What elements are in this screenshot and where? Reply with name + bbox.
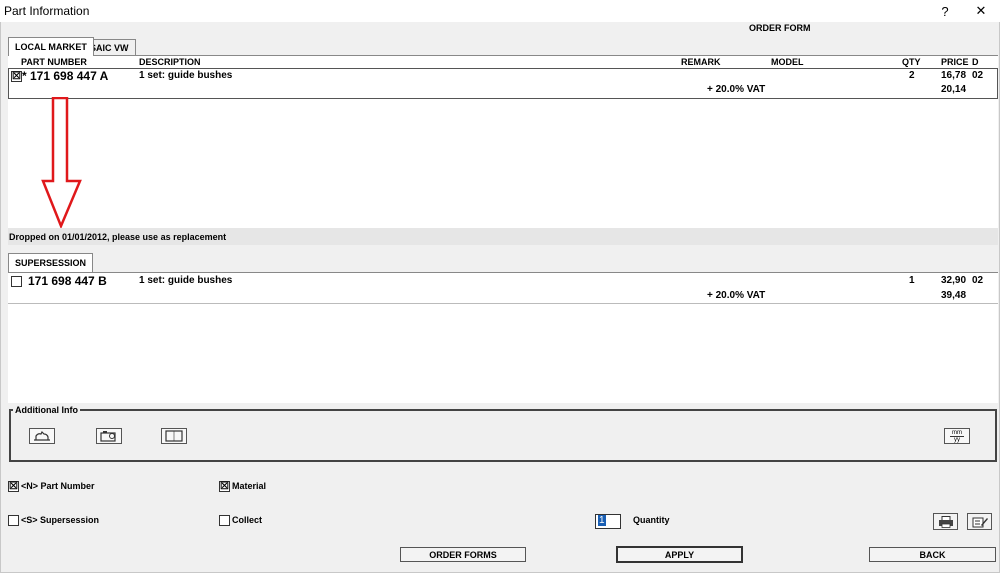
window-title: Part Information [4, 4, 90, 18]
order-form-heading: ORDER FORM [749, 23, 811, 33]
supersession-panel [8, 272, 998, 403]
column-qty: QTY [902, 57, 921, 67]
date-mm-yy-icon[interactable]: mm yy [944, 428, 970, 444]
part-description: 1 set: guide bushes [139, 70, 233, 81]
quantity-label: Quantity [633, 515, 670, 525]
price-with-vat: 20,14 [941, 84, 967, 95]
tab-supersession[interactable]: SUPERSESSION [8, 253, 94, 272]
part-number: * 171 698 447 A [22, 69, 109, 83]
printer-icon [938, 515, 953, 528]
additional-info-group [9, 409, 997, 462]
supersession-price-with-vat: 39,48 [941, 290, 967, 301]
column-d: D [972, 57, 979, 67]
tab-local-market[interactable]: LOCAL MARKET [8, 37, 94, 56]
material-checkbox[interactable]: ☒ [219, 481, 230, 492]
part-row-checkbox[interactable]: ☒ [11, 71, 22, 82]
title-bar: Part Information ? ✕ [0, 0, 1000, 22]
additional-info-label: Additional Info [13, 405, 80, 415]
print-button[interactable] [933, 513, 958, 530]
dropped-info-text: Dropped on 01/01/2012, please use as rep… [9, 232, 227, 242]
book-icon[interactable] [161, 428, 187, 444]
supersession-d: 02 [972, 275, 984, 286]
supersession-row-divider [8, 303, 998, 304]
hand-part-icon[interactable] [29, 428, 55, 444]
camera-glyph-icon [100, 431, 116, 442]
supersession-vat-label: + 20.0% VAT [707, 290, 766, 301]
column-price: PRICE [941, 57, 969, 67]
supersession-description: 1 set: guide bushes [139, 275, 233, 286]
supersession-part-number: 171 698 447 B [28, 274, 107, 288]
close-button[interactable]: ✕ [964, 0, 998, 22]
red-down-arrow-icon [41, 97, 82, 229]
help-button[interactable]: ? [928, 0, 962, 22]
quantity-input[interactable]: 1 [595, 514, 621, 529]
camera-icon[interactable] [96, 428, 122, 444]
column-remark: REMARK [681, 57, 721, 67]
part-qty: 2 [909, 70, 915, 81]
part-number-checkbox[interactable]: ☒ [8, 481, 19, 492]
book-glyph-icon [165, 430, 183, 442]
part-d: 02 [972, 70, 984, 81]
collect-checkbox[interactable] [219, 515, 230, 526]
supersession-row-checkbox[interactable] [11, 276, 22, 287]
back-button[interactable]: BACK [869, 547, 996, 562]
part-price: 16,78 [941, 70, 967, 81]
edit-notes-button[interactable] [967, 513, 992, 530]
dialog-body: ORDER FORM LOCAL MARKET SAIC VW PART NUM… [0, 22, 1000, 573]
vat-label: + 20.0% VAT [707, 84, 766, 95]
supersession-qty: 1 [909, 275, 915, 286]
apply-button[interactable]: APPLY [616, 546, 743, 563]
part-number-option-label: <N> Part Number [21, 481, 95, 491]
collect-option-label: Collect [232, 515, 263, 525]
hand-part-glyph-icon [34, 430, 50, 441]
material-option-label: Material [232, 481, 267, 491]
supersession-option-label: <S> Supersession [21, 515, 100, 525]
pencil-note-icon [972, 517, 988, 527]
column-model: MODEL [771, 57, 804, 67]
quantity-value: 1 [598, 515, 606, 526]
column-description: DESCRIPTION [139, 57, 201, 67]
supersession-checkbox[interactable] [8, 515, 19, 526]
supersession-price: 32,90 [941, 275, 967, 286]
order-forms-button[interactable]: ORDER FORMS [400, 547, 526, 562]
yy-text: yy [950, 435, 964, 443]
column-part-number: PART NUMBER [21, 57, 87, 67]
